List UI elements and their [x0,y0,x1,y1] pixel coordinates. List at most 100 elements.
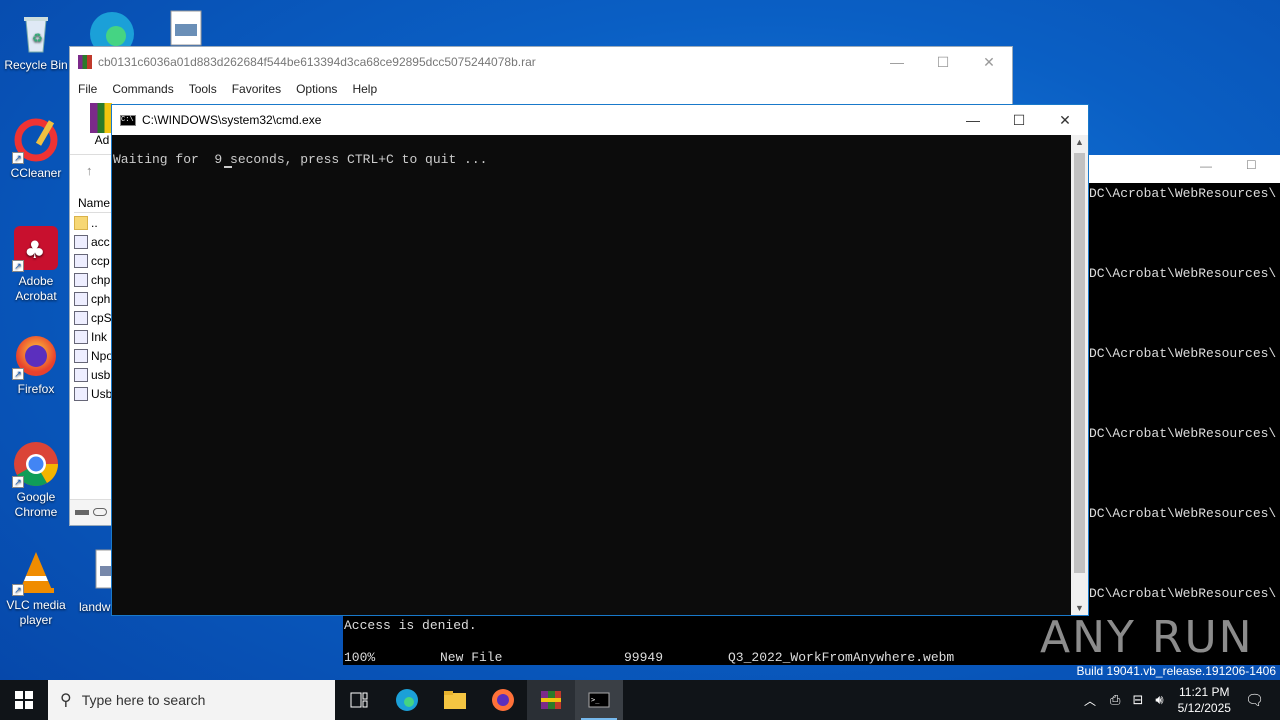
file-icon [74,253,88,268]
taskbar-cmd[interactable]: >_ [575,680,623,720]
desktop-icon-recycle-bin[interactable]: ♻ Recycle Bin [0,8,72,73]
clock[interactable]: 11:21 PM 5/12/2025 [1178,684,1231,716]
menu-commands[interactable]: Commands [112,82,173,96]
terminal-cell: 100% [344,650,376,665]
clock-time: 11:21 PM [1179,685,1230,699]
menu-options[interactable]: Options [296,82,337,96]
image-file-desktop-icon[interactable] [170,10,204,46]
desktop-icon-label: Google Chrome [14,490,58,519]
clock-date: 5/12/2025 [1177,701,1231,715]
vlc-icon: ↗ [12,548,60,596]
cmd-icon: C:\ [120,114,136,126]
terminal-line: DC\Acrobat\WebResources\ [1089,186,1277,201]
background-terminal-titlebar[interactable]: — ☐ [1088,155,1280,183]
cmd-icon: >_ [588,692,610,708]
file-list: Name .. acc ccp chp cph cpS Ink Npo usb … [74,193,114,403]
key-icon [93,508,107,516]
list-item[interactable]: Npo [74,346,114,365]
winrar-icon [541,691,561,709]
search-icon: ⚲ [60,692,72,709]
taskbar-edge[interactable] [383,680,431,720]
file-icon [74,310,88,325]
task-view-icon [350,692,368,708]
file-icon [74,272,88,287]
maximize-button[interactable]: ☐ [996,105,1042,135]
vertical-scrollbar[interactable]: ▲ ▼ [1071,135,1088,615]
up-arrow-icon[interactable]: ↑ [86,163,93,178]
network-icon[interactable]: ⊟ [1132,692,1143,708]
maximize-button[interactable]: ☐ [1246,158,1257,172]
taskbar-file-explorer[interactable] [431,680,479,720]
cmd-titlebar[interactable]: C:\ C:\WINDOWS\system32\cmd.exe — ☐ ✕ [112,105,1088,135]
list-item[interactable]: cph [74,289,114,308]
text-cursor [224,166,232,168]
menu-favorites[interactable]: Favorites [232,82,281,96]
terminal-line: DC\Acrobat\WebResources\ [1089,506,1277,521]
windows-logo-icon [15,691,33,709]
desktop-icon-ccleaner[interactable]: ↗ CCleaner [0,116,72,181]
add-icon [90,103,112,133]
list-item[interactable]: acc [74,232,114,251]
list-item[interactable]: .. [74,213,114,232]
desktop-icon-chrome[interactable]: ↗ Google Chrome [0,440,72,520]
desktop-icon-label: VLC media player [6,598,66,627]
status-bar [70,499,112,525]
system-tray: ︿ ⎙ ⊟ 🔊︎ 11:21 PM 5/12/2025 🗨︎ [1076,680,1280,720]
close-button[interactable]: ✕ [966,47,1012,77]
device-icon[interactable]: ⎙ [1110,692,1120,708]
ccleaner-icon: ↗ [12,116,60,164]
winrar-icon [78,55,92,69]
svg-text:♣: ♣ [24,236,46,264]
terminal-line: DC\Acrobat\WebResources\ [1089,426,1277,441]
minimize-button[interactable]: — [874,47,920,77]
menu-tools[interactable]: Tools [189,82,217,96]
maximize-button[interactable]: ☐ [920,47,966,77]
minimize-button[interactable]: — [1200,159,1212,173]
task-view-button[interactable] [335,680,383,720]
chrome-icon: ↗ [12,440,60,488]
cmd-console[interactable]: Waiting for 9 seconds, press CTRL+C to q… [112,135,1072,615]
scrollbar-thumb[interactable] [1074,153,1085,573]
menu-bar: File Commands Tools Favorites Options He… [70,77,1012,101]
start-button[interactable] [0,680,48,720]
taskbar-winrar[interactable] [527,680,575,720]
console-line: Waiting for 9 seconds, press CTRL+C to q… [113,152,488,167]
file-icon [74,386,88,401]
minimize-button[interactable]: — [950,105,996,135]
list-item[interactable]: ccp [74,251,114,270]
window-title: cb0131c6036a01d883d262684f544be613394d3c… [98,55,536,69]
desktop-icon-label: Adobe Acrobat [15,274,57,303]
menu-file[interactable]: File [78,82,97,96]
list-item[interactable]: chp [74,270,114,289]
list-item[interactable]: usb [74,365,114,384]
add-button-label: Ad [94,133,110,147]
folder-icon [74,215,88,230]
cmd-window[interactable]: C:\ C:\WINDOWS\system32\cmd.exe — ☐ ✕ Wa… [111,104,1089,616]
folder-icon [444,691,466,709]
terminal-line: DC\Acrobat\WebResources\ [1089,266,1277,281]
taskbar-firefox[interactable] [479,680,527,720]
winrar-titlebar[interactable]: cb0131c6036a01d883d262684f544be613394d3c… [70,47,1012,77]
terminal-line: DC\Acrobat\WebResources\ [1089,586,1277,601]
taskbar-search-box[interactable]: ⚲ Type here to search [48,680,335,720]
drive-icon [75,510,89,515]
volume-icon[interactable]: 🔊︎ [1155,692,1163,708]
recycle-bin-icon: ♻ [12,8,60,56]
list-item[interactable]: Usb [74,384,114,403]
list-item[interactable]: Ink [74,327,114,346]
search-placeholder: Type here to search [81,692,206,708]
column-header-name[interactable]: Name [74,193,114,213]
scroll-up-icon[interactable]: ▲ [1075,137,1084,147]
window-title: C:\WINDOWS\system32\cmd.exe [142,113,322,127]
notification-icon[interactable]: 🗨︎ [1245,691,1264,709]
desktop-icon-firefox[interactable]: ↗ Firefox [0,332,72,397]
desktop-icon-adobe-acrobat[interactable]: ♣ ↗ Adobe Acrobat [0,224,72,304]
close-button[interactable]: ✕ [1042,105,1088,135]
menu-help[interactable]: Help [352,82,377,96]
chevron-up-icon[interactable]: ︿ [1084,692,1096,709]
list-item[interactable]: cpS [74,308,114,327]
edge-desktop-icon[interactable] [88,6,136,56]
desktop-icon-label: Recycle Bin [4,58,68,72]
desktop-icon-vlc[interactable]: ↗ VLC media player [0,548,72,628]
anyrun-watermark: ANY RUN [1040,612,1254,663]
